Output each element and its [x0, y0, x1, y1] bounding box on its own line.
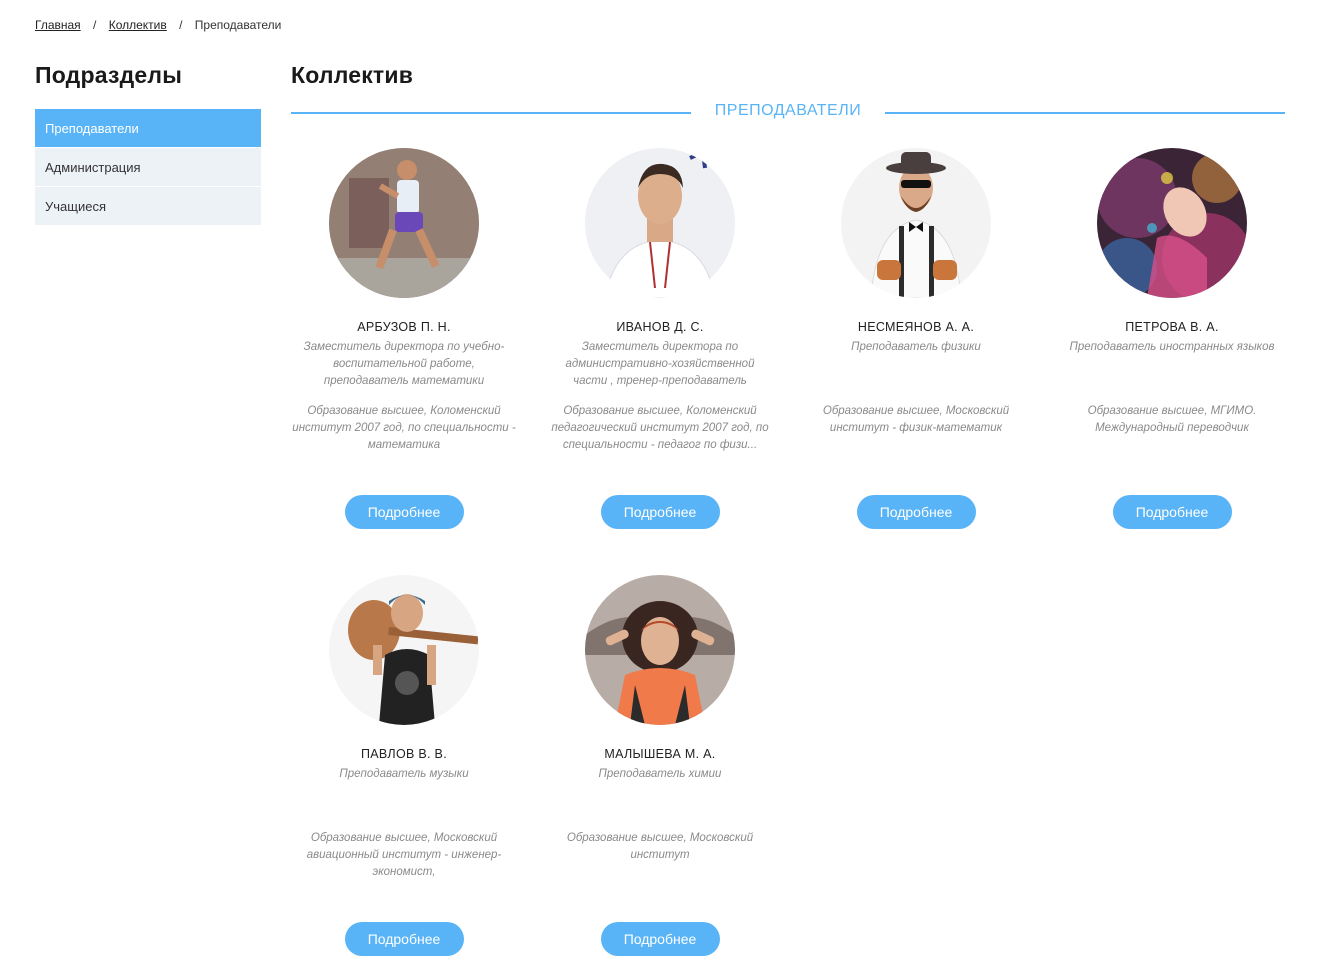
- teacher-education: Образование высшее, Коломенский институт…: [292, 405, 516, 451]
- section-header: ПРЕПОДАВАТЕЛИ: [291, 102, 1285, 124]
- teacher-name: ИВАНОВ Д. С.: [616, 320, 704, 334]
- teacher-name: ПАВЛОВ В. В.: [361, 747, 447, 761]
- breadcrumb-collective-link[interactable]: Коллектив: [109, 18, 167, 32]
- teacher-photo: [585, 148, 735, 298]
- teacher-photo: [585, 575, 735, 725]
- details-button[interactable]: Подробнее: [344, 495, 464, 529]
- teacher-card: НЕСМЕЯНОВ А. А. Преподаватель физики Обр…: [800, 148, 1032, 529]
- sidebar-item-administration[interactable]: Администрация: [35, 148, 261, 187]
- teacher-role: Преподаватель иностранных языков: [1069, 341, 1275, 353]
- details-button[interactable]: Подробнее: [344, 922, 464, 956]
- sidebar-title: Подразделы: [35, 62, 183, 88]
- details-button[interactable]: Подробнее: [856, 495, 976, 529]
- teacher-role: Заместитель директора по административно…: [565, 341, 755, 387]
- teacher-photo: [1097, 148, 1247, 298]
- details-button[interactable]: Подробнее: [1112, 495, 1232, 529]
- main-content: Коллектив ПРЕПОДАВАТЕЛИ: [291, 62, 1285, 119]
- teacher-education: Образование высшее, Московский институт: [566, 832, 754, 861]
- teacher-card: МАЛЫШЕВА М. А. Преподаватель химии Образ…: [544, 575, 776, 956]
- teacher-photo: [329, 148, 479, 298]
- teacher-role: Преподаватель химии: [598, 768, 722, 780]
- teacher-education: Образование высшее, Московский институт …: [822, 405, 1010, 434]
- teacher-education: Образование высшее, Московский авиационн…: [306, 832, 502, 878]
- sidebar-item-teachers[interactable]: Преподаватели: [35, 109, 261, 148]
- details-button[interactable]: Подробнее: [600, 495, 720, 529]
- section-divider-right: [885, 112, 1285, 114]
- breadcrumb-current: Преподаватели: [194, 18, 282, 32]
- breadcrumb-home-link[interactable]: Главная: [35, 18, 81, 32]
- teacher-education: Образование высшее, МГИМО. Международный…: [1087, 405, 1257, 434]
- teacher-name: ПЕТРОВА В. А.: [1125, 320, 1219, 334]
- section-label: ПРЕПОДАВАТЕЛИ: [714, 102, 862, 119]
- teacher-name: НЕСМЕЯНОВ А. А.: [857, 320, 975, 334]
- teacher-name: АРБУЗОВ П. Н.: [357, 320, 451, 334]
- teacher-name: МАЛЫШЕВА М. А.: [604, 747, 716, 761]
- teacher-photo: [329, 575, 479, 725]
- teacher-role: Преподаватель физики: [851, 341, 981, 353]
- sidebar-item-students[interactable]: Учащиеся: [35, 187, 261, 226]
- breadcrumb-separator: /: [93, 18, 97, 32]
- sidebar: Подразделы Преподаватели Администрация У…: [35, 62, 261, 226]
- teacher-card: ПЕТРОВА В. А. Преподаватель иностранных …: [1056, 148, 1288, 529]
- page-title: Коллектив: [291, 62, 414, 88]
- details-button[interactable]: Подробнее: [600, 922, 720, 956]
- teacher-role: Преподаватель музыки: [339, 768, 469, 780]
- teacher-card: ПАВЛОВ В. В. Преподаватель музыки Образо…: [288, 575, 520, 956]
- section-divider-left: [291, 112, 691, 114]
- teacher-education: Образование высшее, Коломенский педагоги…: [551, 405, 769, 451]
- breadcrumb-separator: /: [179, 18, 183, 32]
- teacher-photo: [841, 148, 991, 298]
- teacher-card: ИВАНОВ Д. С. Заместитель директора по ад…: [544, 148, 776, 529]
- teacher-role: Заместитель директора по учебно-воспитат…: [303, 341, 505, 387]
- teacher-card: АРБУЗОВ П. Н. Заместитель директора по у…: [288, 148, 520, 529]
- breadcrumb: Главная / Коллектив / Преподаватели: [35, 18, 281, 32]
